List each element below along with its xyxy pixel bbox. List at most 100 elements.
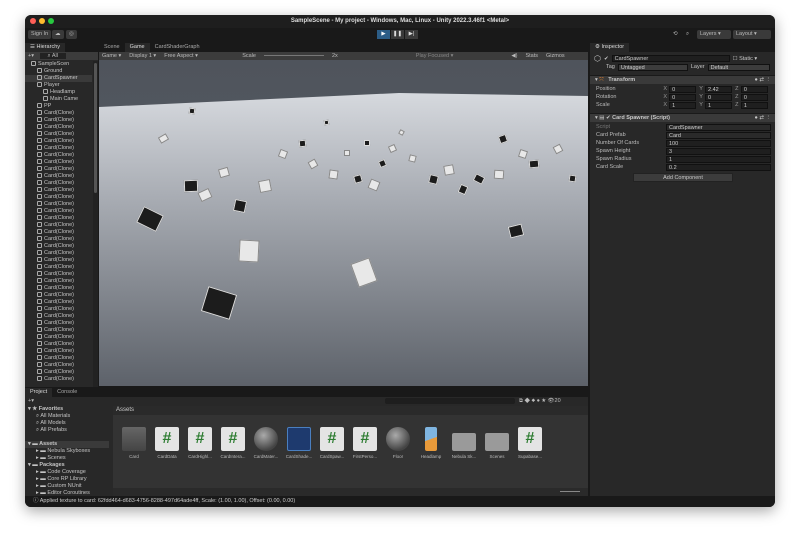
play-mode-dropdown[interactable]: Play Focused ▾ xyxy=(416,52,454,60)
transform-z-field[interactable]: 0 xyxy=(740,85,768,93)
hierarchy-item[interactable]: Ground xyxy=(25,68,92,75)
hierarchy-item[interactable]: Card(Clone) xyxy=(25,166,92,173)
hierarchy-item[interactable]: Card(Clone) xyxy=(25,131,92,138)
hierarchy-item[interactable]: Card(Clone) xyxy=(25,229,92,236)
hierarchy-item[interactable]: Card(Clone) xyxy=(25,236,92,243)
field-value[interactable]: 100 xyxy=(666,139,771,147)
hierarchy-item[interactable]: Card(Clone) xyxy=(25,222,92,229)
filter-icons[interactable]: ⧉ ◆ ⬥ ● ★ 👁20 xyxy=(519,397,561,405)
hierarchy-item[interactable]: Card(Clone) xyxy=(25,271,92,278)
project-tree-item[interactable]: ⌕ All Materials xyxy=(25,413,109,420)
search-icon[interactable]: ⌕ xyxy=(683,30,692,39)
hierarchy-item[interactable]: Headlamp xyxy=(25,89,92,96)
hierarchy-item[interactable]: Card(Clone) xyxy=(25,110,92,117)
hierarchy-item[interactable]: Card(Clone) xyxy=(25,117,92,124)
field-value[interactable]: 0.2 xyxy=(666,163,771,171)
collab-icon[interactable]: ◎ xyxy=(66,30,77,39)
asset-item[interactable]: Headlamp xyxy=(416,427,446,459)
hierarchy-item[interactable]: Card(Clone) xyxy=(25,138,92,145)
hierarchy-item[interactable]: CardSpawner xyxy=(25,75,92,82)
tab-hierarchy[interactable]: ☰ Hierarchy xyxy=(25,43,66,52)
tab-cardshadergraph[interactable]: CardShaderGraph xyxy=(150,43,205,52)
hierarchy-item[interactable]: Card(Clone) xyxy=(25,369,92,376)
tab-console[interactable]: Console xyxy=(52,388,82,397)
project-tree-item[interactable]: ▸ ▬ Code Coverage xyxy=(25,469,109,476)
hierarchy-item[interactable]: Card(Clone) xyxy=(25,299,92,306)
asset-item[interactable]: Card xyxy=(119,427,149,459)
hierarchy-item[interactable]: Card(Clone) xyxy=(25,341,92,348)
hierarchy-item[interactable]: Card(Clone) xyxy=(25,376,92,383)
hierarchy-item[interactable]: Card(Clone) xyxy=(25,159,92,166)
hierarchy-item[interactable]: Card(Clone) xyxy=(25,145,92,152)
hierarchy-item[interactable]: Card(Clone) xyxy=(25,334,92,341)
hierarchy-scrollbar[interactable] xyxy=(93,61,98,387)
transform-y-field[interactable]: 2.42 xyxy=(705,85,733,93)
hierarchy-item[interactable]: Card(Clone) xyxy=(25,348,92,355)
hierarchy-item[interactable]: Card(Clone) xyxy=(25,285,92,292)
hierarchy-item[interactable]: Card(Clone) xyxy=(25,257,92,264)
transform-x-field[interactable]: 0 xyxy=(669,85,697,93)
aspect-dropdown[interactable]: Free Aspect ▾ xyxy=(164,52,234,60)
add-icon[interactable]: +▾ xyxy=(28,53,34,59)
cloud-icon[interactable]: ☁ xyxy=(52,30,64,39)
tag-dropdown[interactable]: Untagged xyxy=(617,63,688,71)
scale-slider[interactable] xyxy=(263,52,324,56)
stats-button[interactable]: Stats xyxy=(525,52,538,60)
transform-z-field[interactable]: 0 xyxy=(740,93,768,101)
transform-y-field[interactable]: 0 xyxy=(705,93,733,101)
asset-item[interactable]: Scenes xyxy=(482,427,512,459)
hierarchy-item[interactable]: Card(Clone) xyxy=(25,124,92,131)
hierarchy-item[interactable]: Card(Clone) xyxy=(25,201,92,208)
layer-dropdown[interactable]: Default xyxy=(707,63,770,71)
hierarchy-item[interactable]: Card(Clone) xyxy=(25,327,92,334)
asset-breadcrumb[interactable]: Assets xyxy=(113,406,588,415)
asset-item[interactable]: CardMater... xyxy=(251,427,281,459)
mute-icon[interactable]: ◀) xyxy=(511,52,517,60)
hierarchy-item[interactable]: Card(Clone) xyxy=(25,250,92,257)
asset-item[interactable]: # CardHighl... xyxy=(185,427,215,459)
add-component-button[interactable]: Add Component xyxy=(633,173,733,182)
close-button[interactable] xyxy=(30,18,36,24)
asset-item[interactable]: Nebula Sk... xyxy=(449,427,479,459)
asset-item[interactable]: # CardSpaw... xyxy=(317,427,347,459)
history-icon[interactable]: ⟲ xyxy=(670,30,681,39)
static-checkbox[interactable]: ☐ Static ▾ xyxy=(733,56,758,62)
transform-y-field[interactable]: 1 xyxy=(705,101,733,109)
component-menu-icon[interactable]: ● ⇄ ⋮ xyxy=(755,76,776,85)
card-spawner-header[interactable]: ▾ ▤ ✔ Card Spawner (Script) ● ⇄ ⋮ xyxy=(590,113,775,122)
asset-item[interactable]: # CardIntera... xyxy=(218,427,248,459)
hierarchy-item[interactable]: Card(Clone) xyxy=(25,215,92,222)
pause-button[interactable]: ❚❚ xyxy=(391,30,404,39)
hierarchy-item[interactable]: Card(Clone) xyxy=(25,264,92,271)
asset-item[interactable]: # CardData xyxy=(152,427,182,459)
hierarchy-item[interactable]: Card(Clone) xyxy=(25,173,92,180)
hierarchy-item[interactable]: PP xyxy=(25,103,92,110)
hierarchy-item[interactable]: Card(Clone) xyxy=(25,313,92,320)
project-tree-item[interactable]: ⌕ All Models xyxy=(25,420,109,427)
field-value[interactable]: 1 xyxy=(666,155,771,163)
project-tree-item[interactable] xyxy=(25,434,109,441)
hierarchy-item[interactable]: Main Came xyxy=(25,96,92,103)
transform-z-field[interactable]: 1 xyxy=(740,101,768,109)
minimize-button[interactable] xyxy=(39,18,45,24)
transform-header[interactable]: ▾ ⤧ Transform ● ⇄ ⋮ xyxy=(590,75,775,84)
gizmos-button[interactable]: Gizmos xyxy=(546,52,565,60)
hierarchy-item[interactable]: Card(Clone) xyxy=(25,208,92,215)
active-checkbox[interactable]: ✔ xyxy=(604,56,609,62)
play-button[interactable]: ▶ xyxy=(377,30,390,39)
project-search[interactable] xyxy=(385,398,515,404)
maximize-button[interactable] xyxy=(48,18,54,24)
asset-item[interactable]: Floor xyxy=(383,427,413,459)
hierarchy-item[interactable]: Card(Clone) xyxy=(25,355,92,362)
hierarchy-item[interactable]: Card(Clone) xyxy=(25,152,92,159)
asset-item[interactable]: # FirstPerso... xyxy=(350,427,380,459)
field-value[interactable]: Card xyxy=(666,131,771,139)
layers-dropdown[interactable]: Layers ▾ xyxy=(697,30,731,39)
tab-game[interactable]: Game xyxy=(124,43,150,52)
hierarchy-item[interactable]: Card(Clone) xyxy=(25,292,92,299)
hierarchy-item[interactable]: Card(Clone) xyxy=(25,320,92,327)
hierarchy-item[interactable]: Card(Clone) xyxy=(25,243,92,250)
project-tree-item[interactable]: ▸ ▬ Scenes xyxy=(25,455,109,462)
sign-in-button[interactable]: Sign In xyxy=(28,30,52,39)
hierarchy-item[interactable]: Card(Clone) xyxy=(25,362,92,369)
